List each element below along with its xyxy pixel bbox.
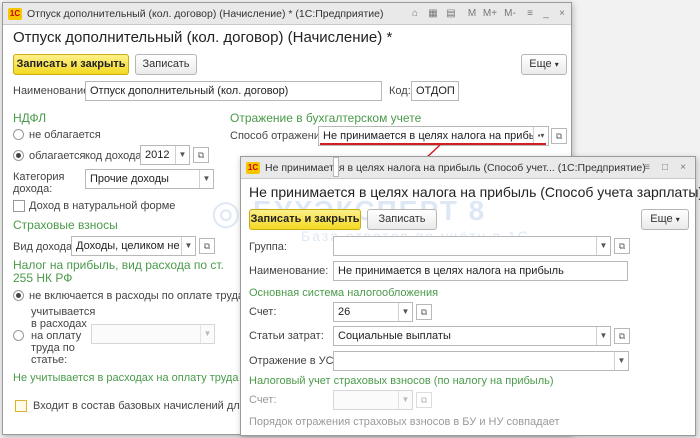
highlight-underline bbox=[320, 143, 546, 145]
match-note: Порядок отражения страховых взносов в БУ… bbox=[249, 416, 560, 428]
chevron-down-icon[interactable]: ▼ bbox=[398, 303, 412, 321]
ndfl-section-title: НДФЛ bbox=[13, 111, 47, 125]
restore-icon[interactable]: □ bbox=[657, 160, 673, 175]
cost-items-label: Статьи затрат: bbox=[249, 330, 324, 342]
cost-items-value: Социальные выплаты bbox=[338, 330, 451, 342]
profit-tax-note: Не учитывается в расходах на оплату труд… bbox=[13, 372, 239, 384]
back-code-label: Код: bbox=[389, 85, 411, 97]
main-tax-section-title: Основная система налогообложения bbox=[249, 287, 439, 299]
minimize-icon[interactable]: _ bbox=[538, 6, 554, 21]
ndfl-taxed-radio[interactable] bbox=[13, 150, 24, 161]
income-type-value: Доходы, целиком не обл bbox=[76, 240, 196, 252]
back-save-close-button[interactable]: Записать и закрыть bbox=[13, 54, 129, 75]
memory-plus-icon[interactable]: M+ bbox=[482, 6, 498, 21]
ndfl-not-taxed-label: не облагается bbox=[29, 129, 101, 141]
account-field[interactable]: 26 ▼ bbox=[333, 302, 413, 322]
accounting-method-label: Способ отражения: bbox=[230, 130, 329, 142]
back-save-button[interactable]: Записать bbox=[135, 54, 197, 75]
open-form-icon[interactable]: ⧉ bbox=[551, 128, 567, 144]
front-save-close-button[interactable]: Записать и закрыть bbox=[249, 209, 361, 230]
memory-minus-icon[interactable]: M- bbox=[502, 6, 518, 21]
1c-logo-icon: 1С bbox=[246, 162, 260, 174]
back-code-field[interactable]: ОТДОП bbox=[411, 81, 459, 101]
front-save-button[interactable]: Записать bbox=[367, 209, 437, 230]
front-name-field[interactable]: Не принимается в целях налога на прибыль bbox=[333, 261, 628, 281]
close-icon[interactable]: × bbox=[675, 160, 691, 175]
income-code-field[interactable]: 2012 ▼ bbox=[140, 145, 190, 165]
group-field[interactable] bbox=[333, 157, 339, 177]
chevron-down-icon[interactable]: ▼ bbox=[199, 170, 213, 188]
open-form-icon[interactable]: ⧉ bbox=[416, 392, 432, 408]
chevron-down-icon[interactable]: ▼ bbox=[596, 237, 610, 255]
usn-label: Отражение в УСН: bbox=[249, 355, 345, 367]
back-title-bar: 1С Отпуск дополнительный (кол. договор) … bbox=[3, 3, 571, 25]
chevron-down-icon: ▾ bbox=[675, 215, 680, 224]
front-title-bar: 1С Не принимается в целях налога на приб… bbox=[241, 157, 695, 179]
chevron-down-icon[interactable]: ▼ bbox=[181, 237, 195, 255]
front-name-label: Наименование: bbox=[249, 265, 329, 277]
in-kind-checkbox[interactable] bbox=[13, 200, 25, 212]
close-icon[interactable]: × bbox=[554, 6, 570, 21]
chevron-down-icon: ▾ bbox=[554, 60, 559, 69]
not-included-label: не включается в расходы по оплате труда bbox=[29, 290, 245, 302]
income-type-label: Вид дохода: bbox=[13, 241, 76, 253]
front-page-title: Не принимается в целях налога на прибыль… bbox=[249, 184, 700, 200]
calculator-icon[interactable]: ▤ bbox=[443, 6, 459, 21]
back-name-field[interactable]: Отпуск дополнительный (кол. договор) bbox=[85, 81, 382, 101]
open-form-icon[interactable]: ⧉ bbox=[614, 238, 630, 254]
back-page-title: Отпуск дополнительный (кол. договор) (На… bbox=[13, 29, 393, 46]
open-form-icon[interactable]: ⧉ bbox=[614, 328, 630, 344]
account2-field[interactable]: ▼ bbox=[333, 390, 413, 410]
home-icon[interactable]: ⌂ bbox=[407, 6, 423, 21]
income-type-field[interactable]: Доходы, целиком не обл ▼ bbox=[71, 236, 196, 256]
profit-tax-section-title: Налог на прибыль, вид расхода по ст. 255… bbox=[13, 258, 224, 285]
income-category-value: Прочие доходы bbox=[90, 173, 169, 185]
income-code-label: код дохода: bbox=[85, 150, 145, 162]
account-label: Счет: bbox=[249, 306, 277, 318]
ndfl-taxed-label: облагается bbox=[29, 150, 86, 162]
group-field-box[interactable]: ▼ bbox=[333, 236, 611, 256]
included-label: учитывается в расходах на оплату труда п… bbox=[31, 306, 96, 366]
open-form-icon[interactable]: ⧉ bbox=[416, 304, 432, 320]
open-form-icon[interactable]: ⧉ bbox=[193, 147, 209, 163]
accounting-method-value: Не принимается в целях налога на прибыль bbox=[323, 130, 549, 142]
front-more-button[interactable]: Еще ▾ bbox=[641, 209, 689, 230]
ndfl-not-taxed-radio[interactable] bbox=[13, 129, 24, 140]
open-form-icon[interactable]: ⧉ bbox=[199, 238, 215, 254]
front-window-title: Не принимается в целях налога на прибыль… bbox=[265, 162, 646, 174]
front-more-label: Еще bbox=[650, 213, 673, 225]
in-kind-label: Доход в натуральной форме bbox=[29, 200, 176, 212]
included-radio[interactable] bbox=[13, 330, 24, 341]
not-included-radio[interactable] bbox=[13, 290, 24, 301]
base-accruals-checkbox[interactable] bbox=[15, 400, 27, 412]
1c-logo-icon: 1С bbox=[8, 8, 22, 20]
account-value: 26 bbox=[338, 306, 351, 318]
income-category-field[interactable]: Прочие доходы ▼ bbox=[85, 169, 214, 189]
chevron-down-icon[interactable]: ▼ bbox=[200, 325, 214, 343]
chevron-down-icon[interactable]: ▼ bbox=[398, 391, 412, 409]
chevron-down-icon[interactable]: ▼ bbox=[596, 327, 610, 345]
front-window: 1С Не принимается в целях налога на приб… bbox=[211, 156, 700, 436]
menu-icon[interactable]: ≡ bbox=[522, 6, 538, 21]
back-more-button[interactable]: Еще ▾ bbox=[521, 54, 567, 75]
expense-article-field[interactable]: ▼ bbox=[91, 324, 215, 344]
usn-field[interactable]: ▼ bbox=[333, 351, 629, 371]
group-label: Группа: bbox=[249, 241, 287, 253]
chevron-down-icon[interactable]: ▼ bbox=[614, 352, 628, 370]
income-code-value: 2012 bbox=[145, 149, 170, 161]
insurance-tax-section-title: Налоговый учет страховых взносов (по нал… bbox=[249, 375, 554, 387]
memory-m-icon[interactable]: M bbox=[464, 6, 480, 21]
back-name-label: Наименование: bbox=[13, 85, 93, 97]
income-category-label: Категория дохода: bbox=[13, 171, 65, 195]
chevron-down-icon[interactable]: ▼ bbox=[175, 146, 189, 164]
insurance-section-title: Страховые взносы bbox=[13, 218, 118, 232]
accounting-section-title: Отражение в бухгалтерском учете bbox=[230, 111, 422, 125]
menu-icon[interactable]: ≡ bbox=[639, 160, 655, 175]
account2-label: Счет: bbox=[249, 394, 277, 406]
back-window-title: Отпуск дополнительный (кол. договор) (На… bbox=[27, 8, 384, 20]
back-more-label: Еще bbox=[529, 58, 552, 70]
calendar-icon[interactable]: ▦ bbox=[425, 6, 441, 21]
cost-items-field[interactable]: Социальные выплаты ▼ bbox=[333, 326, 611, 346]
